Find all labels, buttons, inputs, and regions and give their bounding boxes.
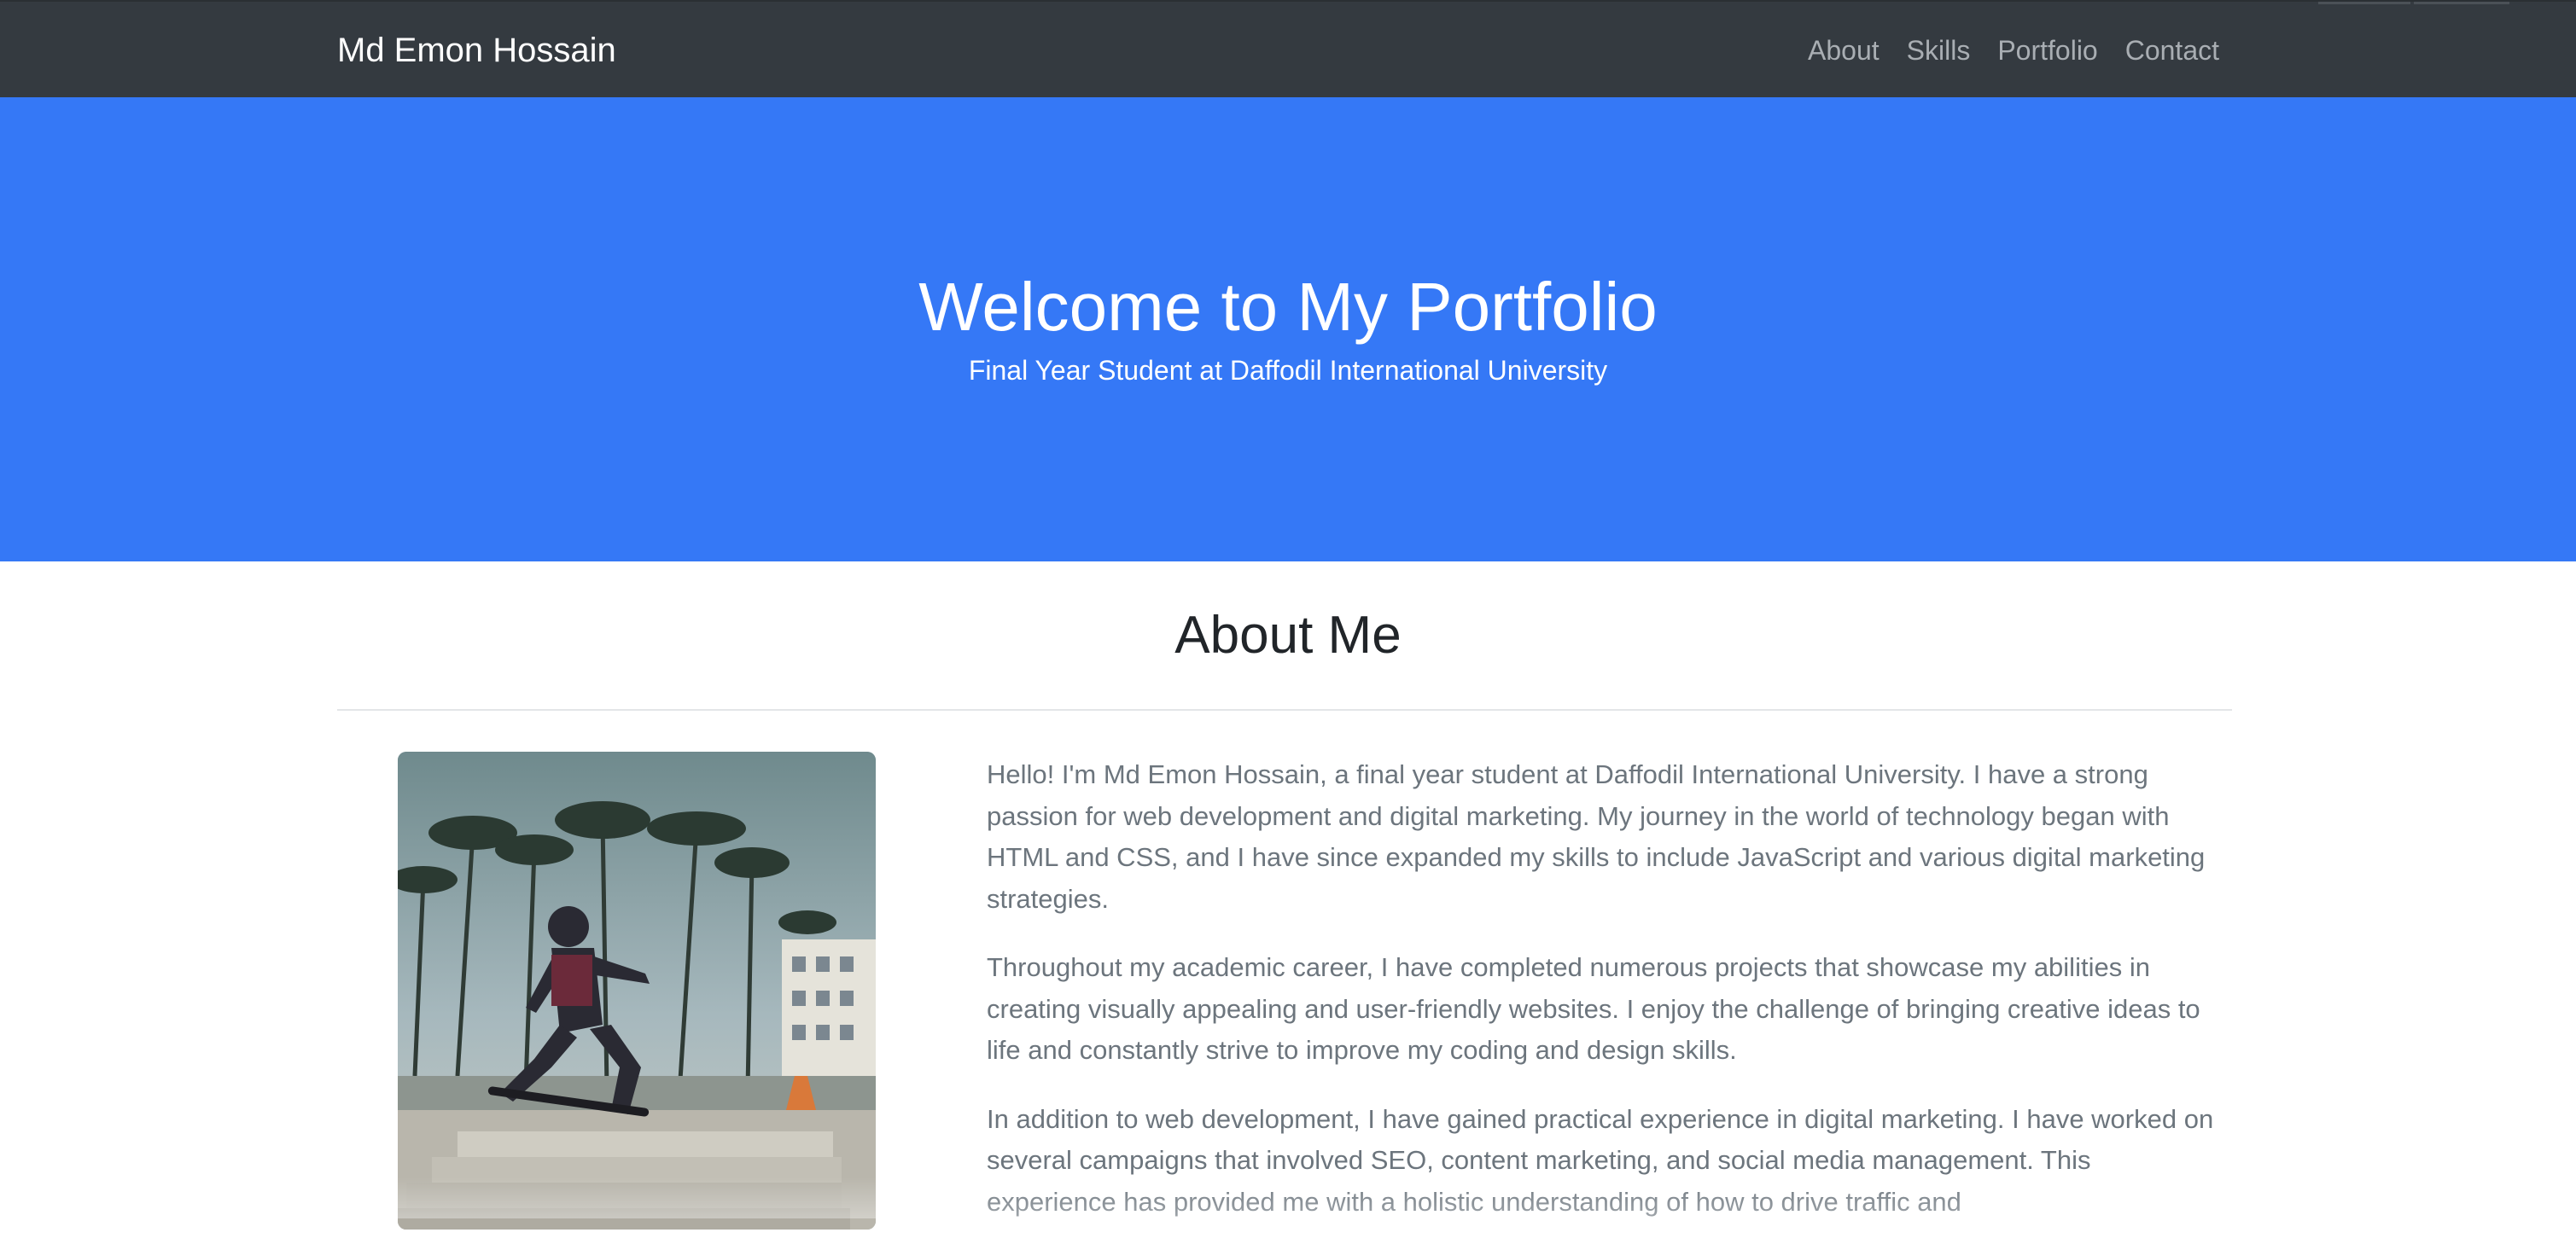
window-edge-decoration <box>2318 2 2410 4</box>
top-navbar: Md Emon Hossain About Skills Portfolio C… <box>0 0 2576 97</box>
brand-link[interactable]: Md Emon Hossain <box>337 27 616 73</box>
about-title: About Me <box>1174 606 1402 665</box>
nav-links: About Skills Portfolio Contact <box>1794 27 2219 73</box>
about-paragraph: Throughout my academic career, I have co… <box>987 952 2200 1065</box>
hero-subtitle: Final Year Student at Daffodil Internati… <box>968 355 1608 386</box>
about-paragraph: In addition to web development, I have g… <box>987 1103 2214 1217</box>
hero-title: Welcome to My Portfolio <box>918 269 1658 345</box>
about-paragraph: Hello! I'm Md Emon Hossain, a final year… <box>987 759 2206 914</box>
profile-photo <box>398 752 876 1230</box>
window-edge-decoration <box>2414 2 2509 4</box>
about-text: Hello! I'm Md Emon Hossain, a final year… <box>987 754 2216 1250</box>
nav-link-contact[interactable]: Contact <box>2112 27 2219 73</box>
hero-banner: Welcome to My Portfolio Final Year Stude… <box>0 97 2576 561</box>
nav-link-portfolio[interactable]: Portfolio <box>1984 27 2111 73</box>
section-divider <box>337 709 2232 711</box>
nav-link-about[interactable]: About <box>1794 27 1893 73</box>
nav-link-skills[interactable]: Skills <box>1893 27 1984 73</box>
